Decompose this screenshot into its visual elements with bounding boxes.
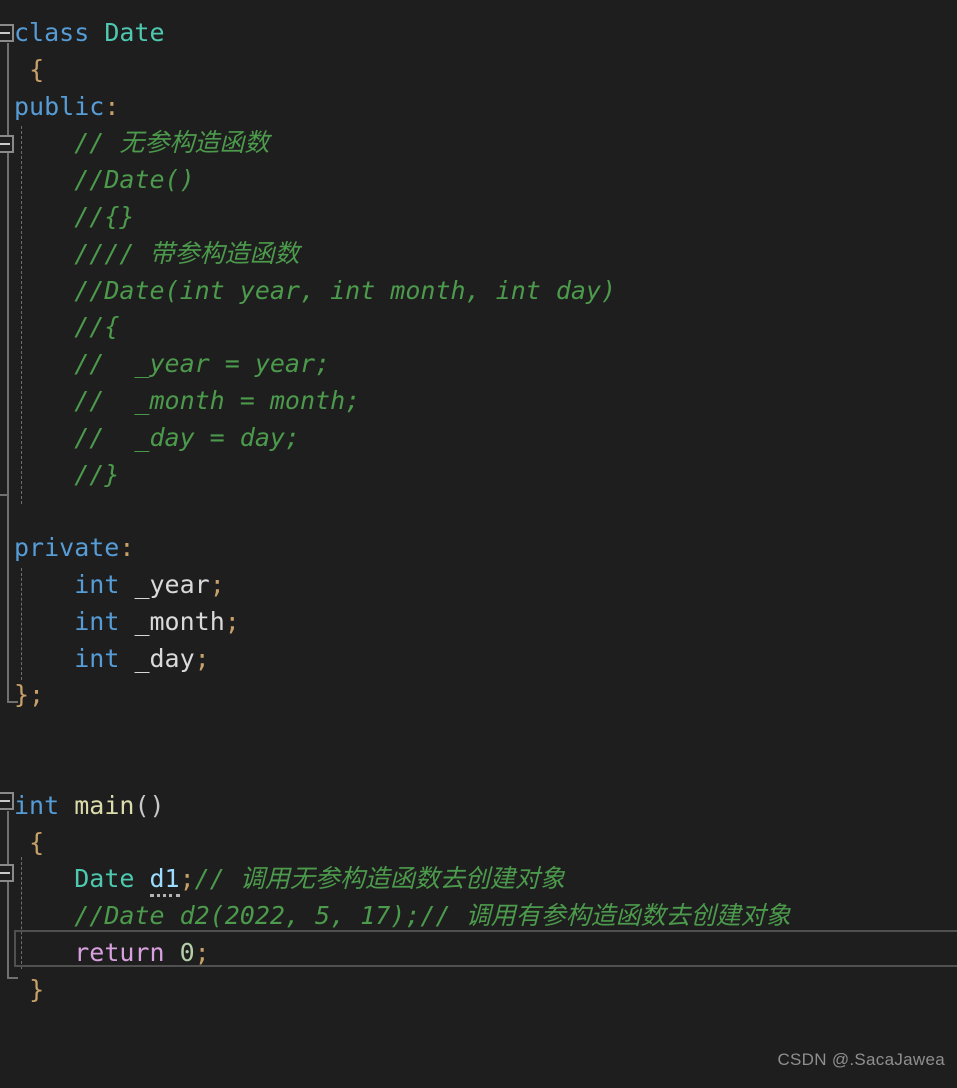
code-line-5[interactable]: //Date() [0, 162, 957, 199]
comment-create-obj-with-arg: //Date d2(2022, 5, 17);// 调用有参构造函数去创建对象 [74, 901, 790, 930]
code-line-8[interactable]: //Date(int year, int month, int day) [0, 273, 957, 310]
comment-slashes: // [74, 128, 120, 158]
code-line-7[interactable]: //// 带参构造函数 [0, 236, 957, 273]
code-line-13[interactable]: //} [0, 457, 957, 494]
comment-han-text: 调用有参构造函数去创建对象 [465, 901, 791, 931]
comment-han-text: 带参构造函数 [149, 238, 300, 268]
code-line-23[interactable]: { [0, 825, 957, 862]
token-colon-private: : [119, 533, 135, 563]
token-keyword-return: return [74, 937, 165, 967]
token-keyword-int-day: int [74, 643, 120, 673]
csdn-watermark: CSDN @.SacaJawea [777, 1050, 945, 1069]
token-member-year: _year [134, 569, 210, 599]
token-parens-main: () [134, 790, 165, 820]
comment-han-text: 调用无参构造函数去创建对象 [239, 864, 565, 894]
token-keyword-class: class [14, 18, 90, 47]
comment-assign-day: // _day = day; [74, 422, 300, 452]
code-line-9[interactable]: //{ [0, 309, 957, 346]
token-semicolon-year: ; [209, 569, 225, 599]
comment-assign-month: // _month = month; [74, 385, 361, 415]
code-line-1[interactable]: class Date [0, 15, 957, 52]
comment-no-arg-ctor: // 无参构造函数 [74, 128, 269, 157]
token-semicolon-return: ; [194, 937, 210, 967]
token-type-date-usage: Date [74, 864, 135, 894]
token-keyword-int-month: int [74, 606, 120, 636]
token-semicolon-d1: ; [179, 864, 195, 894]
token-keyword-int-year: int [74, 569, 120, 599]
token-member-month: _month [134, 606, 225, 636]
code-line-26[interactable]: return 0; [0, 935, 957, 972]
code-surface[interactable]: class Date { public: // 无参构造函数 //Date() … [0, 0, 957, 1009]
code-line-20[interactable] [0, 714, 957, 751]
comment-ctor-brace-close: //} [74, 459, 120, 489]
comment-with-arg-ctor: //// 带参构造函数 [74, 239, 299, 268]
comment-ctor-brace-open: //{ [74, 312, 120, 342]
token-brace-open: { [29, 54, 45, 84]
comment-ascii-part: //Date d2(2022, 5, 17);// [74, 901, 466, 931]
code-line-19[interactable]: }; [0, 677, 957, 714]
token-keyword-private: private [14, 533, 120, 563]
token-keyword-int-main: int [14, 790, 60, 820]
code-line-3[interactable]: public: [0, 89, 957, 126]
code-line-2[interactable]: { [0, 52, 957, 89]
code-line-10[interactable]: // _year = year; [0, 346, 957, 383]
code-line-24[interactable]: Date d1;// 调用无参构造函数去创建对象 [0, 861, 957, 898]
code-line-18[interactable]: int _day; [0, 641, 957, 678]
comment-slashes: //// [74, 238, 150, 268]
token-function-main: main [74, 790, 135, 820]
token-number-zero: 0 [179, 937, 195, 967]
token-keyword-public: public [14, 91, 105, 121]
code-line-11[interactable]: // _month = month; [0, 383, 957, 420]
comment-date-decl: //Date() [74, 165, 195, 195]
code-line-27[interactable]: } [0, 972, 957, 1009]
code-line-22[interactable]: int main() [0, 788, 957, 825]
code-line-17[interactable]: int _month; [0, 604, 957, 641]
token-type-date: Date [104, 18, 165, 47]
code-line-4[interactable]: // 无参构造函数 [0, 125, 957, 162]
code-editor[interactable]: class Date { public: // 无参构造函数 //Date() … [0, 0, 957, 1088]
code-line-6[interactable]: //{} [0, 199, 957, 236]
token-semicolon-day: ; [194, 643, 210, 673]
token-main-brace-close: } [29, 974, 45, 1004]
token-variable-d1[interactable]: d1 [149, 864, 180, 898]
comment-empty-body: //{} [74, 201, 135, 231]
token-semicolon-month: ; [224, 606, 240, 636]
code-line-21[interactable] [0, 751, 957, 788]
comment-han-text: 无参构造函数 [119, 128, 270, 158]
token-member-day: _day [134, 643, 195, 673]
token-class-close: }; [14, 680, 45, 710]
code-line-15[interactable]: private: [0, 530, 957, 567]
token-colon-public: : [104, 91, 120, 121]
comment-slashes: // [194, 864, 240, 894]
comment-date-signature: //Date(int year, int month, int day) [74, 275, 617, 305]
comment-assign-year: // _year = year; [74, 349, 331, 379]
comment-create-obj-no-arg: // 调用无参构造函数去创建对象 [195, 864, 565, 893]
code-line-25[interactable]: //Date d2(2022, 5, 17);// 调用有参构造函数去创建对象 [0, 898, 957, 935]
token-main-brace-open: { [29, 827, 45, 857]
code-line-16[interactable]: int _year; [0, 567, 957, 604]
code-line-12[interactable]: // _day = day; [0, 420, 957, 457]
code-line-14[interactable] [0, 493, 957, 530]
